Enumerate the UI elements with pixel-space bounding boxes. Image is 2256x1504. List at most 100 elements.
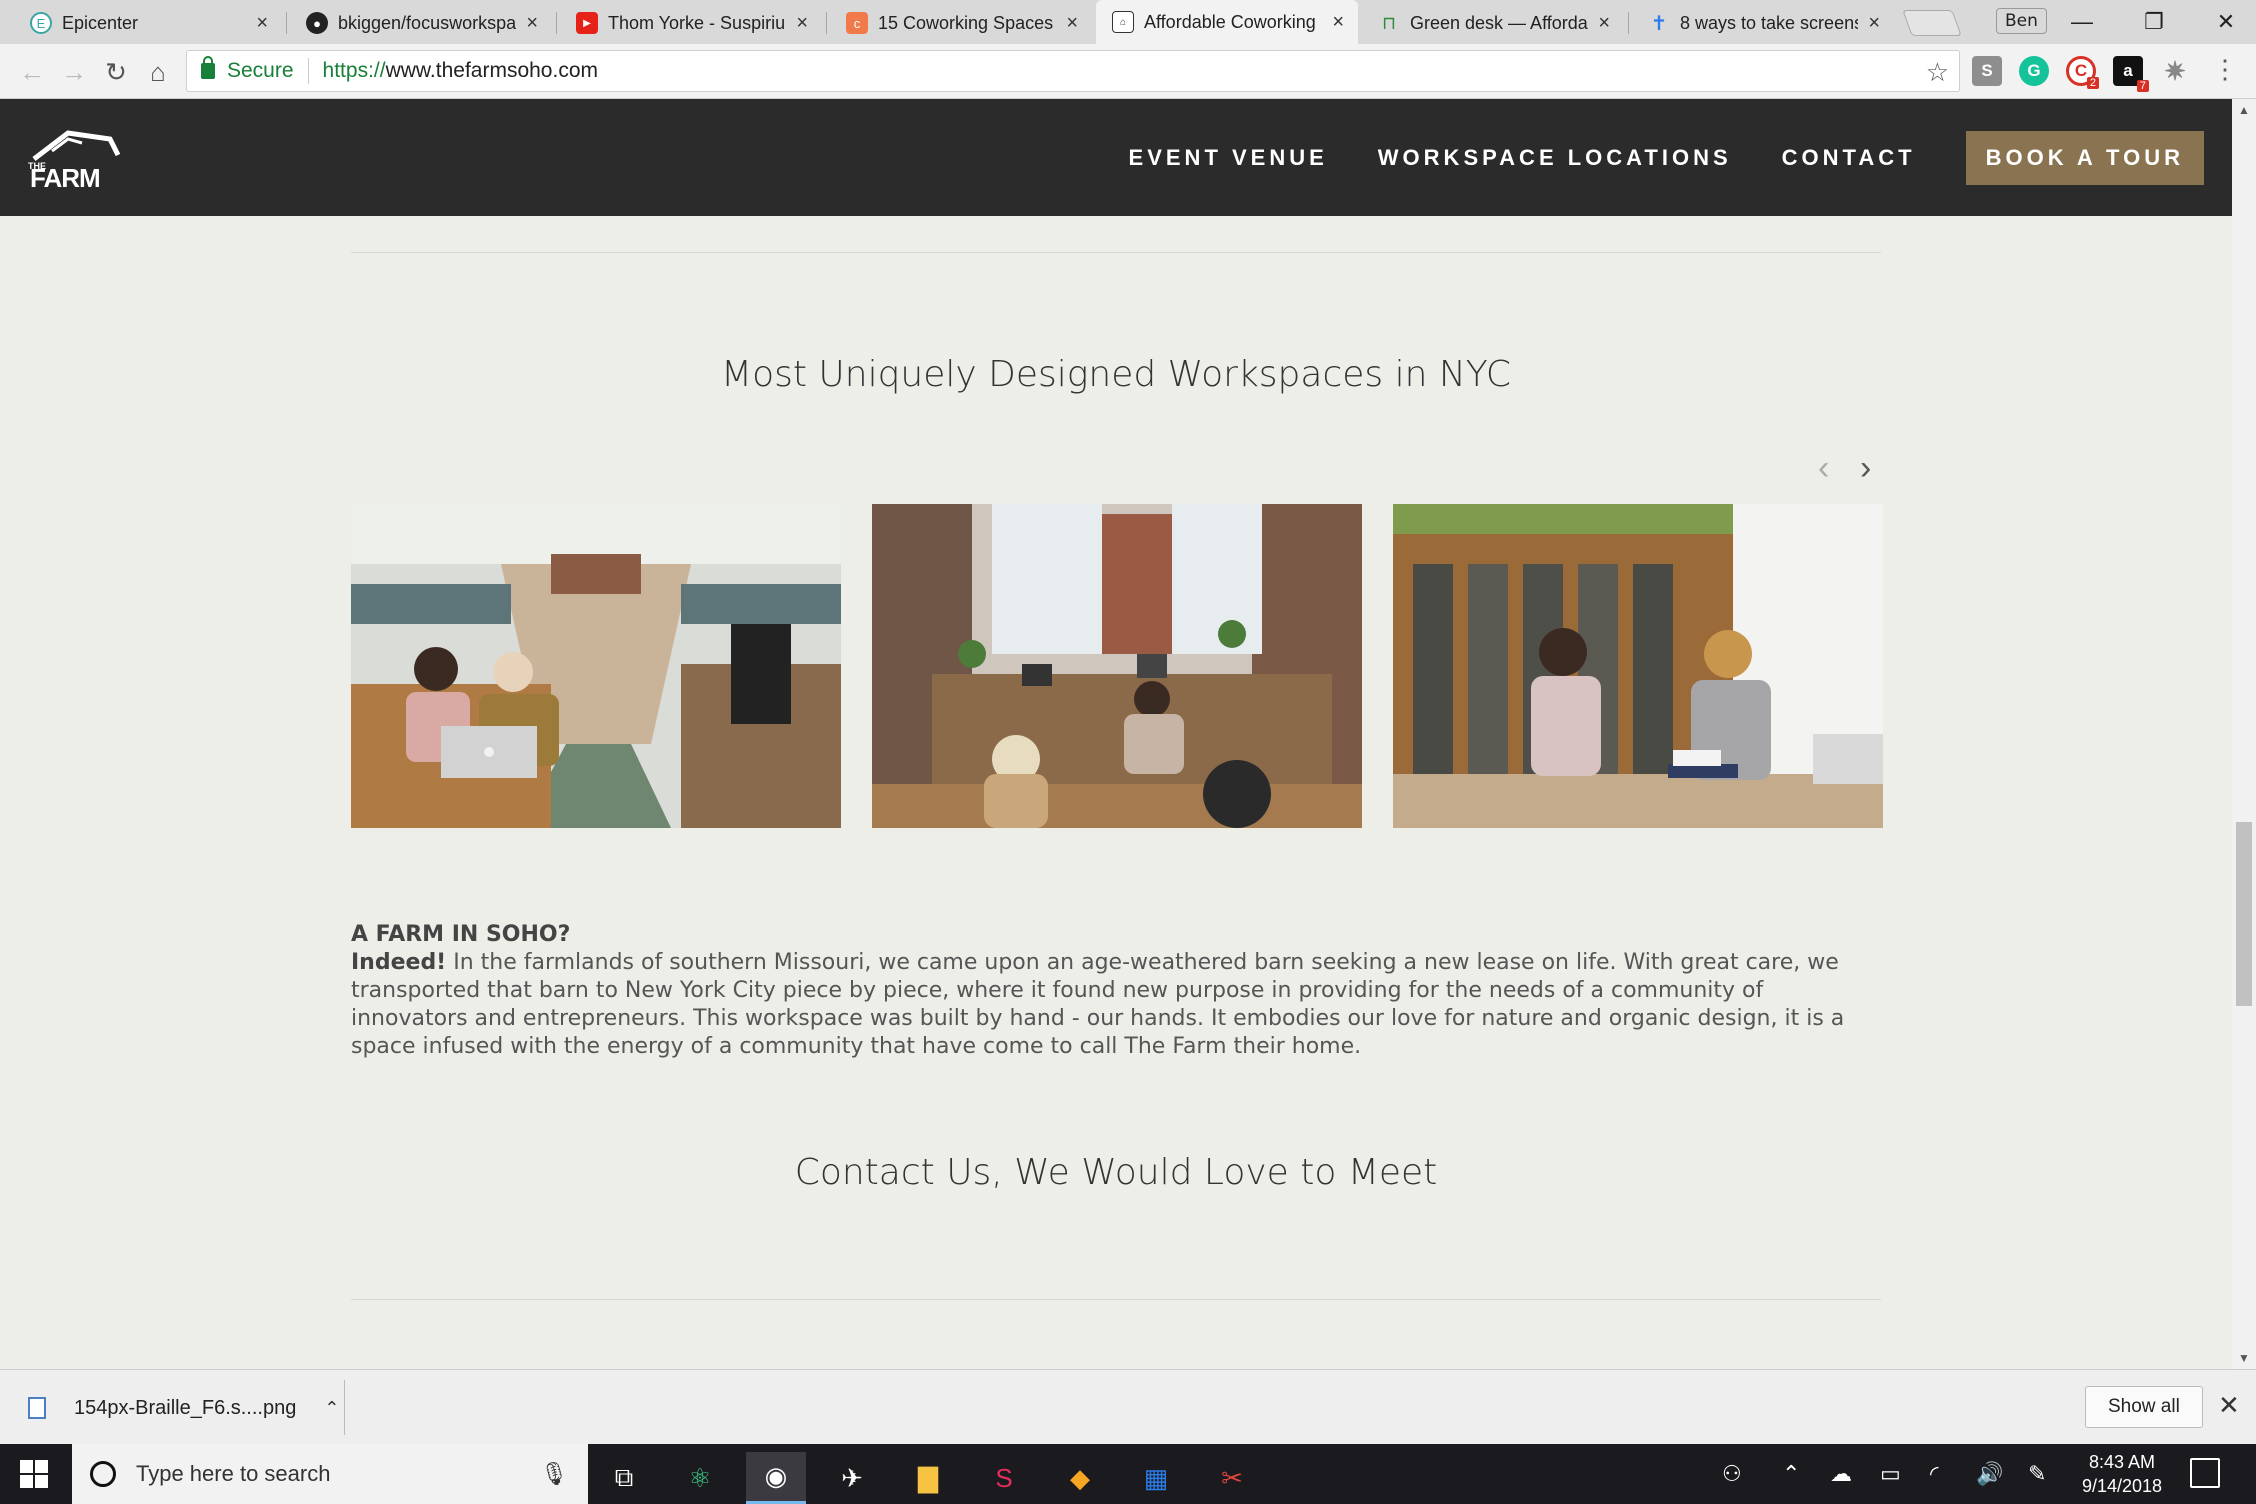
github-icon: ● xyxy=(306,12,328,34)
restore-icon[interactable]: ❐ xyxy=(2118,2,2190,42)
security-label: Secure xyxy=(227,59,294,82)
taskbar-search[interactable]: Type here to search 🎙 xyxy=(72,1444,588,1504)
download-bar: 154px-Braille_F6.s....png ⌃ Show all ✕ xyxy=(0,1369,2256,1444)
image-file-icon xyxy=(28,1397,46,1419)
chevron-up-icon[interactable]: ⌃ xyxy=(324,1398,339,1419)
site-header: THE FARM EVENT VENUE WORKSPACE LOCATIONS… xyxy=(0,99,2232,216)
minimize-icon[interactable]: — xyxy=(2046,2,2118,42)
carousel-next-icon[interactable]: › xyxy=(1860,449,1871,488)
battery-icon[interactable]: ▭ xyxy=(1880,1444,1901,1504)
tab-epicenter[interactable]: E Epicenter × xyxy=(14,2,282,44)
close-tab-icon[interactable]: × xyxy=(256,12,268,35)
svg-text:FARM: FARM xyxy=(30,163,100,189)
pen-icon[interactable]: ✎ xyxy=(2028,1444,2046,1504)
show-all-button[interactable]: Show all xyxy=(2085,1386,2203,1428)
onedrive-icon[interactable]: ☁ xyxy=(1830,1444,1852,1504)
farm-favicon-icon: ⌂ xyxy=(1112,11,1134,33)
download-file-name: 154px-Braille_F6.s....png xyxy=(74,1396,297,1419)
reload-icon[interactable]: ↻ xyxy=(98,54,134,90)
people-icon[interactable]: ⚇ xyxy=(1722,1444,1742,1504)
nav-contact[interactable]: CONTACT xyxy=(1782,145,1916,171)
gallery-photo-2[interactable] xyxy=(872,504,1362,828)
microphone-icon[interactable]: 🎙 xyxy=(540,1461,568,1487)
s-extension-icon[interactable]: S xyxy=(1972,56,2002,86)
tab-github[interactable]: ● bkiggen/focusworkspa × xyxy=(290,2,552,44)
url-host: www.thefarmsoho.com xyxy=(385,59,598,82)
grammarly-icon[interactable]: G xyxy=(2019,56,2049,86)
task-view-icon[interactable]: ⧉ xyxy=(594,1452,654,1504)
settings-extension-icon[interactable]: ✷ xyxy=(2160,56,2190,86)
cortana-icon xyxy=(90,1461,116,1487)
clock-date: 9/14/2018 xyxy=(2081,1476,2163,1496)
windows-start-icon[interactable] xyxy=(20,1460,48,1488)
tab-youtube[interactable]: ▶ Thom Yorke - Suspiriu × xyxy=(560,2,822,44)
chrome-icon[interactable]: ◉ xyxy=(746,1452,806,1504)
sourcetree-icon[interactable]: ◆ xyxy=(1050,1452,1110,1504)
amazon-icon[interactable]: a7 xyxy=(2113,56,2149,92)
divider xyxy=(351,1299,1881,1300)
nav-event-venue[interactable]: EVENT VENUE xyxy=(1129,145,1328,171)
close-tab-icon[interactable]: × xyxy=(1598,12,1610,35)
windows-taskbar: Type here to search 🎙 ⧉ ⚛ ◉ ✈ ▇ S ◆ ▦ ✂ … xyxy=(0,1444,2256,1504)
home-icon[interactable]: ⌂ xyxy=(140,54,176,90)
close-download-bar-icon[interactable]: ✕ xyxy=(2218,1390,2240,1421)
bookmark-star-icon[interactable]: ☆ xyxy=(1926,57,1949,88)
tab-coworking-spaces[interactable]: c 15 Coworking Spaces i × xyxy=(830,2,1092,44)
close-tab-icon[interactable]: × xyxy=(796,12,808,35)
greendesk-favicon-icon: ⊓ xyxy=(1381,12,1397,33)
snipping-tool-icon[interactable]: ✂ xyxy=(1202,1452,1262,1504)
carousel-prev-icon[interactable]: ‹ xyxy=(1818,449,1829,488)
coworker-favicon-icon: c xyxy=(846,12,868,34)
tab-screenshots[interactable]: ✝ 8 ways to take screens × xyxy=(1632,2,1894,44)
app-icon[interactable]: ✈ xyxy=(822,1452,882,1504)
tab-affordable-coworking[interactable]: ⌂ Affordable Coworking × xyxy=(1096,0,1358,44)
scrollbar-thumb[interactable] xyxy=(2236,822,2252,1006)
calendar-icon[interactable]: ▦ xyxy=(1126,1452,1186,1504)
about-lead: Indeed! xyxy=(351,950,447,975)
page-scrollbar[interactable]: ▲ ▼ xyxy=(2232,99,2256,1369)
address-bar[interactable]: Secure https:// www.thefarmsoho.com ☆ xyxy=(186,50,1960,92)
scroll-down-icon[interactable]: ▼ xyxy=(2238,1351,2250,1365)
forward-icon[interactable]: → xyxy=(56,54,92,90)
opera-extension-icon[interactable]: C2 xyxy=(2066,56,2099,89)
download-item[interactable]: 154px-Braille_F6.s....png ⌃ xyxy=(28,1384,339,1432)
wifi-icon[interactable]: ◜ xyxy=(1930,1444,1939,1504)
youtube-icon: ▶ xyxy=(576,12,598,34)
clock-time: 8:43 AM xyxy=(2088,1452,2156,1472)
epicenter-favicon-icon: E xyxy=(30,12,52,34)
page-viewport: THE FARM EVENT VENUE WORKSPACE LOCATIONS… xyxy=(0,99,2256,1369)
close-window-icon[interactable]: ✕ xyxy=(2190,2,2256,42)
browser-toolbar: ← → ↻ ⌂ Secure https:// www.thefarmsoho.… xyxy=(0,44,2256,99)
tab-green-desk[interactable]: ⊓ Green desk — Afforda × xyxy=(1362,2,1624,44)
tab-title: 8 ways to take screens xyxy=(1680,12,1859,33)
book-a-tour-button[interactable]: BOOK A TOUR xyxy=(1965,130,2204,185)
gallery-photo-1[interactable] xyxy=(351,504,841,828)
system-clock[interactable]: 8:43 AM 9/14/2018 xyxy=(2062,1450,2182,1498)
slack-icon[interactable]: S xyxy=(974,1452,1034,1504)
tab-title: Thom Yorke - Suspiriu xyxy=(608,12,786,33)
farm-logo[interactable]: THE FARM xyxy=(28,129,122,189)
show-hidden-icons[interactable]: ⌃ xyxy=(1782,1444,1800,1504)
atom-icon[interactable]: ⚛ xyxy=(670,1452,730,1504)
profile-button[interactable]: Ben xyxy=(1996,8,2047,34)
browser-menu-icon[interactable]: ⋮ xyxy=(2212,54,2238,85)
about-body: In the farmlands of southern Missouri, w… xyxy=(351,950,1845,1059)
volume-icon[interactable]: 🔊 xyxy=(1976,1444,2003,1504)
new-tab-button[interactable] xyxy=(1902,10,1962,36)
main-nav: EVENT VENUE WORKSPACE LOCATIONS CONTACT … xyxy=(1129,99,2232,216)
file-explorer-icon[interactable]: ▇ xyxy=(898,1452,958,1504)
about-heading: A FARM IN SOHO? xyxy=(351,922,571,947)
action-center-icon[interactable] xyxy=(2190,1458,2220,1488)
gallery-photo-3[interactable] xyxy=(1393,504,1883,828)
about-section: A FARM IN SOHO? Indeed! In the farmlands… xyxy=(351,921,1881,1061)
close-tab-icon[interactable]: × xyxy=(1868,12,1880,35)
scroll-up-icon[interactable]: ▲ xyxy=(2238,103,2250,117)
close-tab-icon[interactable]: × xyxy=(1332,11,1344,34)
close-tab-icon[interactable]: × xyxy=(1066,12,1078,35)
nav-workspace-locations[interactable]: WORKSPACE LOCATIONS xyxy=(1378,145,1732,171)
contact-heading: Contact Us, We Would Love to Meet xyxy=(794,1152,1438,1193)
tab-title: Epicenter xyxy=(62,12,139,33)
close-tab-icon[interactable]: × xyxy=(526,12,538,35)
gallery-heading: Most Uniquely Designed Workspaces in NYC xyxy=(721,354,1511,395)
back-icon[interactable]: ← xyxy=(14,54,50,90)
